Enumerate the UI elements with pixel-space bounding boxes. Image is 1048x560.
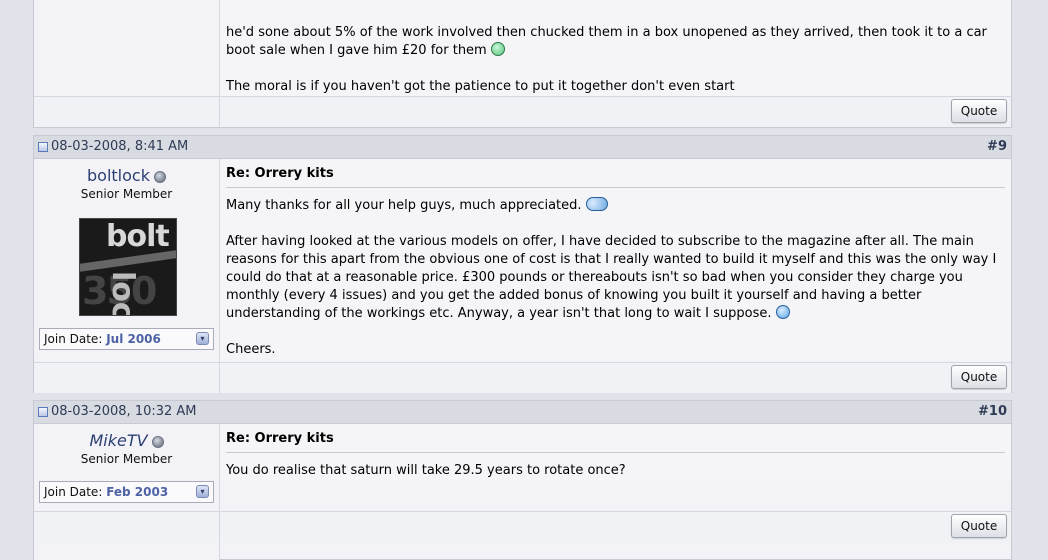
post-9-number[interactable]: #9 [987, 139, 1007, 154]
quote-button[interactable]: Quote [951, 514, 1007, 538]
post-10-title-divider [226, 452, 1005, 453]
quote-button[interactable]: Quote [951, 99, 1007, 123]
post-9-para-2-line-5: understanding of the workings etc. Anywa… [226, 305, 1005, 323]
post-8: he'd sone about 5% of the work involved … [33, 0, 1012, 128]
post-9-para-1: Many thanks for all your help guys, much… [226, 197, 1005, 215]
post-9-user-title: Senior Member [80, 187, 173, 201]
post-8-text: he'd sone about 5% of the work involved … [226, 24, 1005, 96]
post-10: 08-03-2008, 10:32 AM #10 MikeTV Senior M… [33, 400, 1012, 560]
green-smiley-icon [490, 42, 505, 56]
page-margin-left [0, 0, 26, 543]
post-9-title: Re: Orrery kits [226, 166, 334, 181]
post-9-footer: Quote [34, 362, 1011, 393]
post-icon [38, 141, 48, 152]
post-10-user-title: Senior Member [80, 452, 173, 466]
post-8-message: he'd sone about 5% of the work involved … [220, 0, 1011, 96]
post-8-line-3: The moral is if you haven't got the pati… [226, 79, 735, 94]
offline-status-icon [153, 170, 166, 183]
post-8-line-1: he'd sone about 5% of the work involved … [226, 25, 987, 40]
expand-chevron-icon[interactable]: ▾ [196, 332, 209, 345]
thumbs-up-smiley-icon [585, 197, 608, 211]
post-9-join-date-box: Join Date: Jul 2006 ▾ [39, 328, 214, 350]
post-9-body: boltlock Senior Member bolt 350 lock Joi… [34, 159, 1011, 393]
post-8-line-2: boot sale when I gave him £20 for them [226, 42, 1005, 60]
post-10-title: Re: Orrery kits [226, 431, 334, 446]
post-icon [38, 406, 48, 417]
post-8-user-column [34, 0, 220, 97]
post-9-user-column: boltlock Senior Member bolt 350 lock Joi… [34, 159, 220, 363]
post-9-para-3: Cheers. [226, 342, 276, 357]
expand-chevron-icon[interactable]: ▾ [196, 485, 209, 498]
post-10-message: Re: Orrery kits You do realise that satu… [220, 424, 1011, 480]
post-8-body: he'd sone about 5% of the work involved … [34, 0, 1011, 127]
post-8-footer: Quote [34, 96, 1011, 127]
quote-button[interactable]: Quote [951, 365, 1007, 389]
post-9-message: Re: Orrery kits Many thanks for all your… [220, 159, 1011, 359]
post-9-title-divider [226, 187, 1005, 188]
post-10-text: You do realise that saturn will take 29.… [226, 462, 1005, 480]
post-9-para-2-line-2: reasons for this apart from the obvious … [226, 252, 997, 267]
post-9-header: 08-03-2008, 8:41 AM #9 [34, 136, 1011, 159]
post-10-header: 08-03-2008, 10:32 AM #10 [34, 401, 1011, 424]
wink-smiley-icon [775, 305, 790, 319]
offline-status-icon [151, 435, 164, 448]
post-10-username: MikeTV [34, 431, 219, 450]
post-9-text: Many thanks for all your help guys, much… [226, 197, 1005, 359]
post-9-date: 08-03-2008, 8:41 AM [38, 139, 188, 154]
post-9: 08-03-2008, 8:41 AM #9 boltlock Senior M… [33, 135, 1012, 393]
post-10-date: 08-03-2008, 10:32 AM [38, 404, 197, 419]
post-9-para-2-line-4: monthly (every 4 issues) and you get the… [226, 288, 922, 303]
post-9-username: boltlock [34, 166, 219, 185]
post-10-body: MikeTV Senior Member Join Date: Feb 2003… [34, 424, 1011, 560]
post-9-para-2-line-3: could do that at a reasonable price. £30… [226, 270, 963, 285]
post-10-number[interactable]: #10 [978, 404, 1007, 419]
avatar[interactable]: bolt 350 lock [79, 218, 177, 316]
post-10-join-date-box: Join Date: Feb 2003 ▾ [39, 481, 214, 503]
post-9-para-2-line-1: After having looked at the various model… [226, 234, 974, 249]
post-10-para-1: You do realise that saturn will take 29.… [226, 463, 626, 478]
page-margin-right [1020, 0, 1048, 543]
post-10-footer: Quote [34, 511, 1011, 542]
